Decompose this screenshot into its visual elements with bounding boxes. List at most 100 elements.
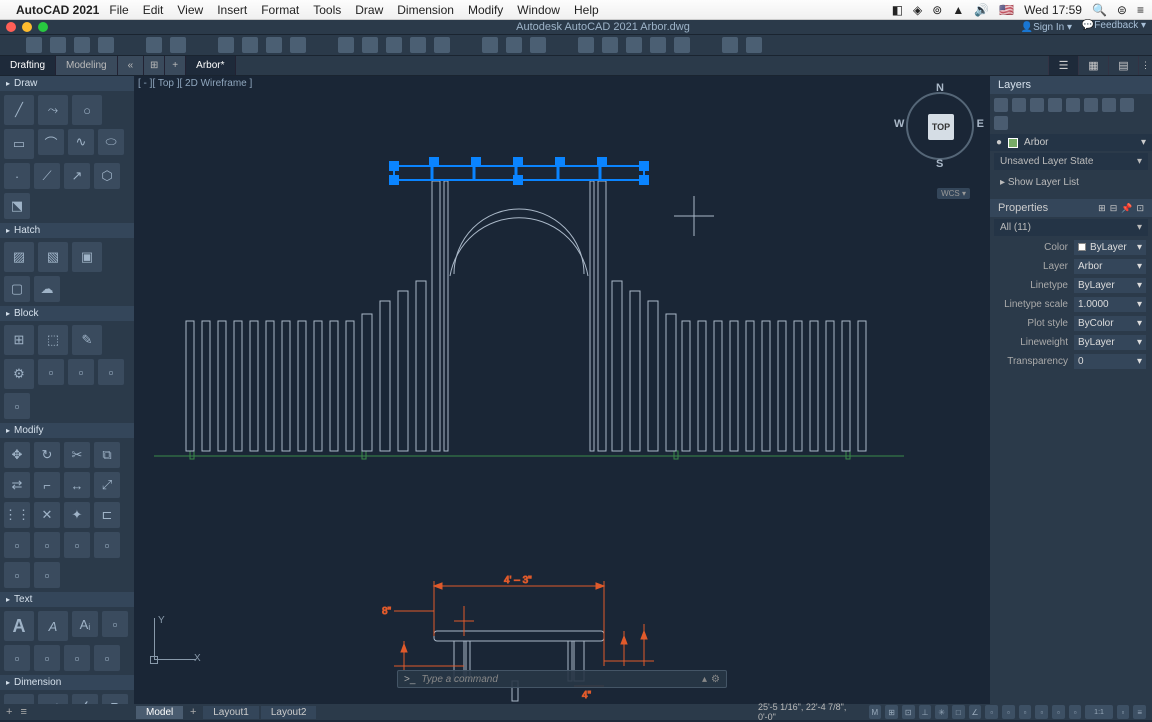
drawing-canvas[interactable]: [ - ][ Top ][ 2D Wireframe ] [134, 76, 990, 704]
property-value[interactable]: Arbor ▾ [1074, 259, 1146, 274]
menu-insert[interactable]: Insert [217, 3, 247, 17]
block-attr-tool[interactable]: ⚙ [4, 359, 34, 389]
minimize-window-button[interactable] [22, 22, 32, 32]
ellipse-tool[interactable]: ⬭ [98, 129, 124, 155]
tool-icon[interactable] [650, 37, 666, 53]
text-tool[interactable]: ▫ [102, 611, 128, 637]
status-toggle[interactable]: ▫ [1052, 705, 1065, 719]
modify-tool[interactable]: ▫ [4, 562, 30, 588]
tool-icon[interactable] [746, 37, 762, 53]
clock[interactable]: Wed 17:59 [1024, 3, 1082, 17]
menu-icon[interactable]: ≡ [1137, 3, 1144, 17]
property-value[interactable]: ByLayer ▾ [1074, 240, 1146, 255]
layout-tab-1[interactable]: Layout1 [203, 706, 259, 719]
sign-in-menu[interactable]: 👤 Sign In ▾ [1021, 20, 1072, 34]
zoom-readout[interactable]: 1:1 [1085, 705, 1112, 719]
wifi-icon[interactable]: ⊚ [932, 3, 942, 17]
fillet-tool[interactable]: ⌐ [34, 472, 60, 498]
rotate-tool[interactable]: ↻ [34, 442, 60, 468]
status-toggle[interactable]: ▫ [1002, 705, 1015, 719]
insert-block-tool[interactable]: ⊞ [4, 325, 34, 355]
text-style-tool[interactable]: Aᵢ [72, 611, 98, 637]
layers-panel-tab[interactable]: ☰ [1048, 56, 1078, 75]
command-line[interactable]: >_ Type a command ▴ ⚙ [397, 670, 727, 688]
explode-tool[interactable]: ✦ [64, 502, 90, 528]
mtext-tool[interactable]: A [4, 611, 34, 641]
command-dropdown-icon[interactable]: ▴ [702, 674, 707, 685]
section-text[interactable]: Text [0, 592, 134, 607]
array-tool[interactable]: ⋮⋮ [4, 502, 30, 528]
model-toggle[interactable]: M [869, 705, 882, 719]
block-tool[interactable]: ▫ [38, 359, 64, 385]
layout-tab-2[interactable]: Layout2 [261, 706, 317, 719]
feedback-link[interactable]: 💬Feedback ▾ [1082, 20, 1146, 34]
print-icon[interactable] [218, 37, 234, 53]
menu-draw[interactable]: Draw [355, 3, 383, 17]
menu-edit[interactable]: Edit [143, 3, 164, 17]
add-layout-button[interactable]: + [185, 705, 201, 719]
current-layer-row[interactable]: ● Arbor ▾ [990, 134, 1152, 151]
section-modify[interactable]: Modify [0, 423, 134, 438]
modify-tool[interactable]: ▫ [34, 562, 60, 588]
property-value[interactable]: ByLayer ▾ [1074, 335, 1146, 350]
menu-file[interactable]: File [109, 3, 128, 17]
viewcube[interactable]: TOP N S E W [900, 86, 980, 166]
boundary-tool[interactable]: ▣ [72, 242, 102, 272]
viewport-controls[interactable]: [ - ][ Top ][ 2D Wireframe ] [138, 78, 252, 89]
menu-window[interactable]: Window [517, 3, 560, 17]
ortho-toggle[interactable]: ⊥ [919, 705, 932, 719]
paste-icon[interactable] [386, 37, 402, 53]
polyline-tool[interactable]: ⤳ [38, 95, 68, 125]
property-value[interactable]: ByColor ▾ [1074, 316, 1146, 331]
wipeout-tool[interactable]: ▢ [4, 276, 30, 302]
pan-icon[interactable] [506, 37, 522, 53]
grid-toggle[interactable]: ⊞ [885, 705, 898, 719]
saveas-icon[interactable] [98, 37, 114, 53]
move-tool[interactable]: ✥ [4, 442, 30, 468]
search-icon[interactable]: 🔍 [1092, 3, 1107, 17]
block-tool[interactable]: ▫ [4, 393, 30, 419]
viewcube-west[interactable]: W [894, 118, 904, 130]
text-tool[interactable]: ▫ [94, 645, 120, 671]
layer-tool-icon[interactable] [1084, 98, 1098, 112]
viewcube-north[interactable]: N [936, 82, 944, 94]
blocks-panel-tab[interactable]: ▦ [1078, 56, 1108, 75]
mirror-tool[interactable]: ⇄ [4, 472, 30, 498]
spline-tool[interactable]: ∿ [68, 129, 94, 155]
point-tool[interactable]: · [4, 163, 30, 189]
command-options-icon[interactable]: ⚙ [711, 674, 720, 685]
tool-icon[interactable] [626, 37, 642, 53]
ray-tool[interactable]: ↗ [64, 163, 90, 189]
tool-icon[interactable] [602, 37, 618, 53]
create-block-tool[interactable]: ⬚ [38, 325, 68, 355]
render-icon[interactable] [290, 37, 306, 53]
block-tool[interactable]: ▫ [68, 359, 94, 385]
layer-tool-icon[interactable] [1120, 98, 1134, 112]
new-tab-button[interactable]: + [165, 56, 186, 75]
property-value[interactable]: 1.0000 ▾ [1074, 297, 1146, 312]
section-dimension[interactable]: Dimension [0, 675, 134, 690]
scale-tool[interactable]: ⤢ [94, 472, 120, 498]
menu-view[interactable]: View [177, 3, 203, 17]
gradient-tool[interactable]: ▧ [38, 242, 68, 272]
status-icon[interactable]: ▲ [952, 3, 964, 17]
app-name[interactable]: AutoCAD 2021 [16, 3, 99, 17]
offset-tool[interactable]: ⊏ [94, 502, 120, 528]
angular-dim-tool[interactable]: ∠ [72, 694, 98, 704]
modify-tool[interactable]: ▫ [4, 532, 30, 558]
workspace-tab-collapse[interactable]: « [118, 56, 145, 75]
tool-icon[interactable] [722, 37, 738, 53]
menu-modify[interactable]: Modify [468, 3, 503, 17]
props-icon[interactable]: ⊟ [1110, 203, 1118, 214]
maximize-window-button[interactable] [38, 22, 48, 32]
plot-icon[interactable] [242, 37, 258, 53]
layer-state-dropdown[interactable]: Unsaved Layer State▾ [994, 153, 1148, 170]
line-tool[interactable]: ╱ [4, 95, 34, 125]
orbit-icon[interactable] [530, 37, 546, 53]
properties-panel-tab[interactable]: ▤ [1108, 56, 1138, 75]
text-tool[interactable]: A [38, 611, 68, 641]
section-draw[interactable]: Draw [0, 76, 134, 91]
viewcube-top-face[interactable]: TOP [928, 114, 954, 140]
modify-tool[interactable]: ▫ [64, 532, 90, 558]
props-pin-icon[interactable]: 📌 [1121, 203, 1132, 214]
